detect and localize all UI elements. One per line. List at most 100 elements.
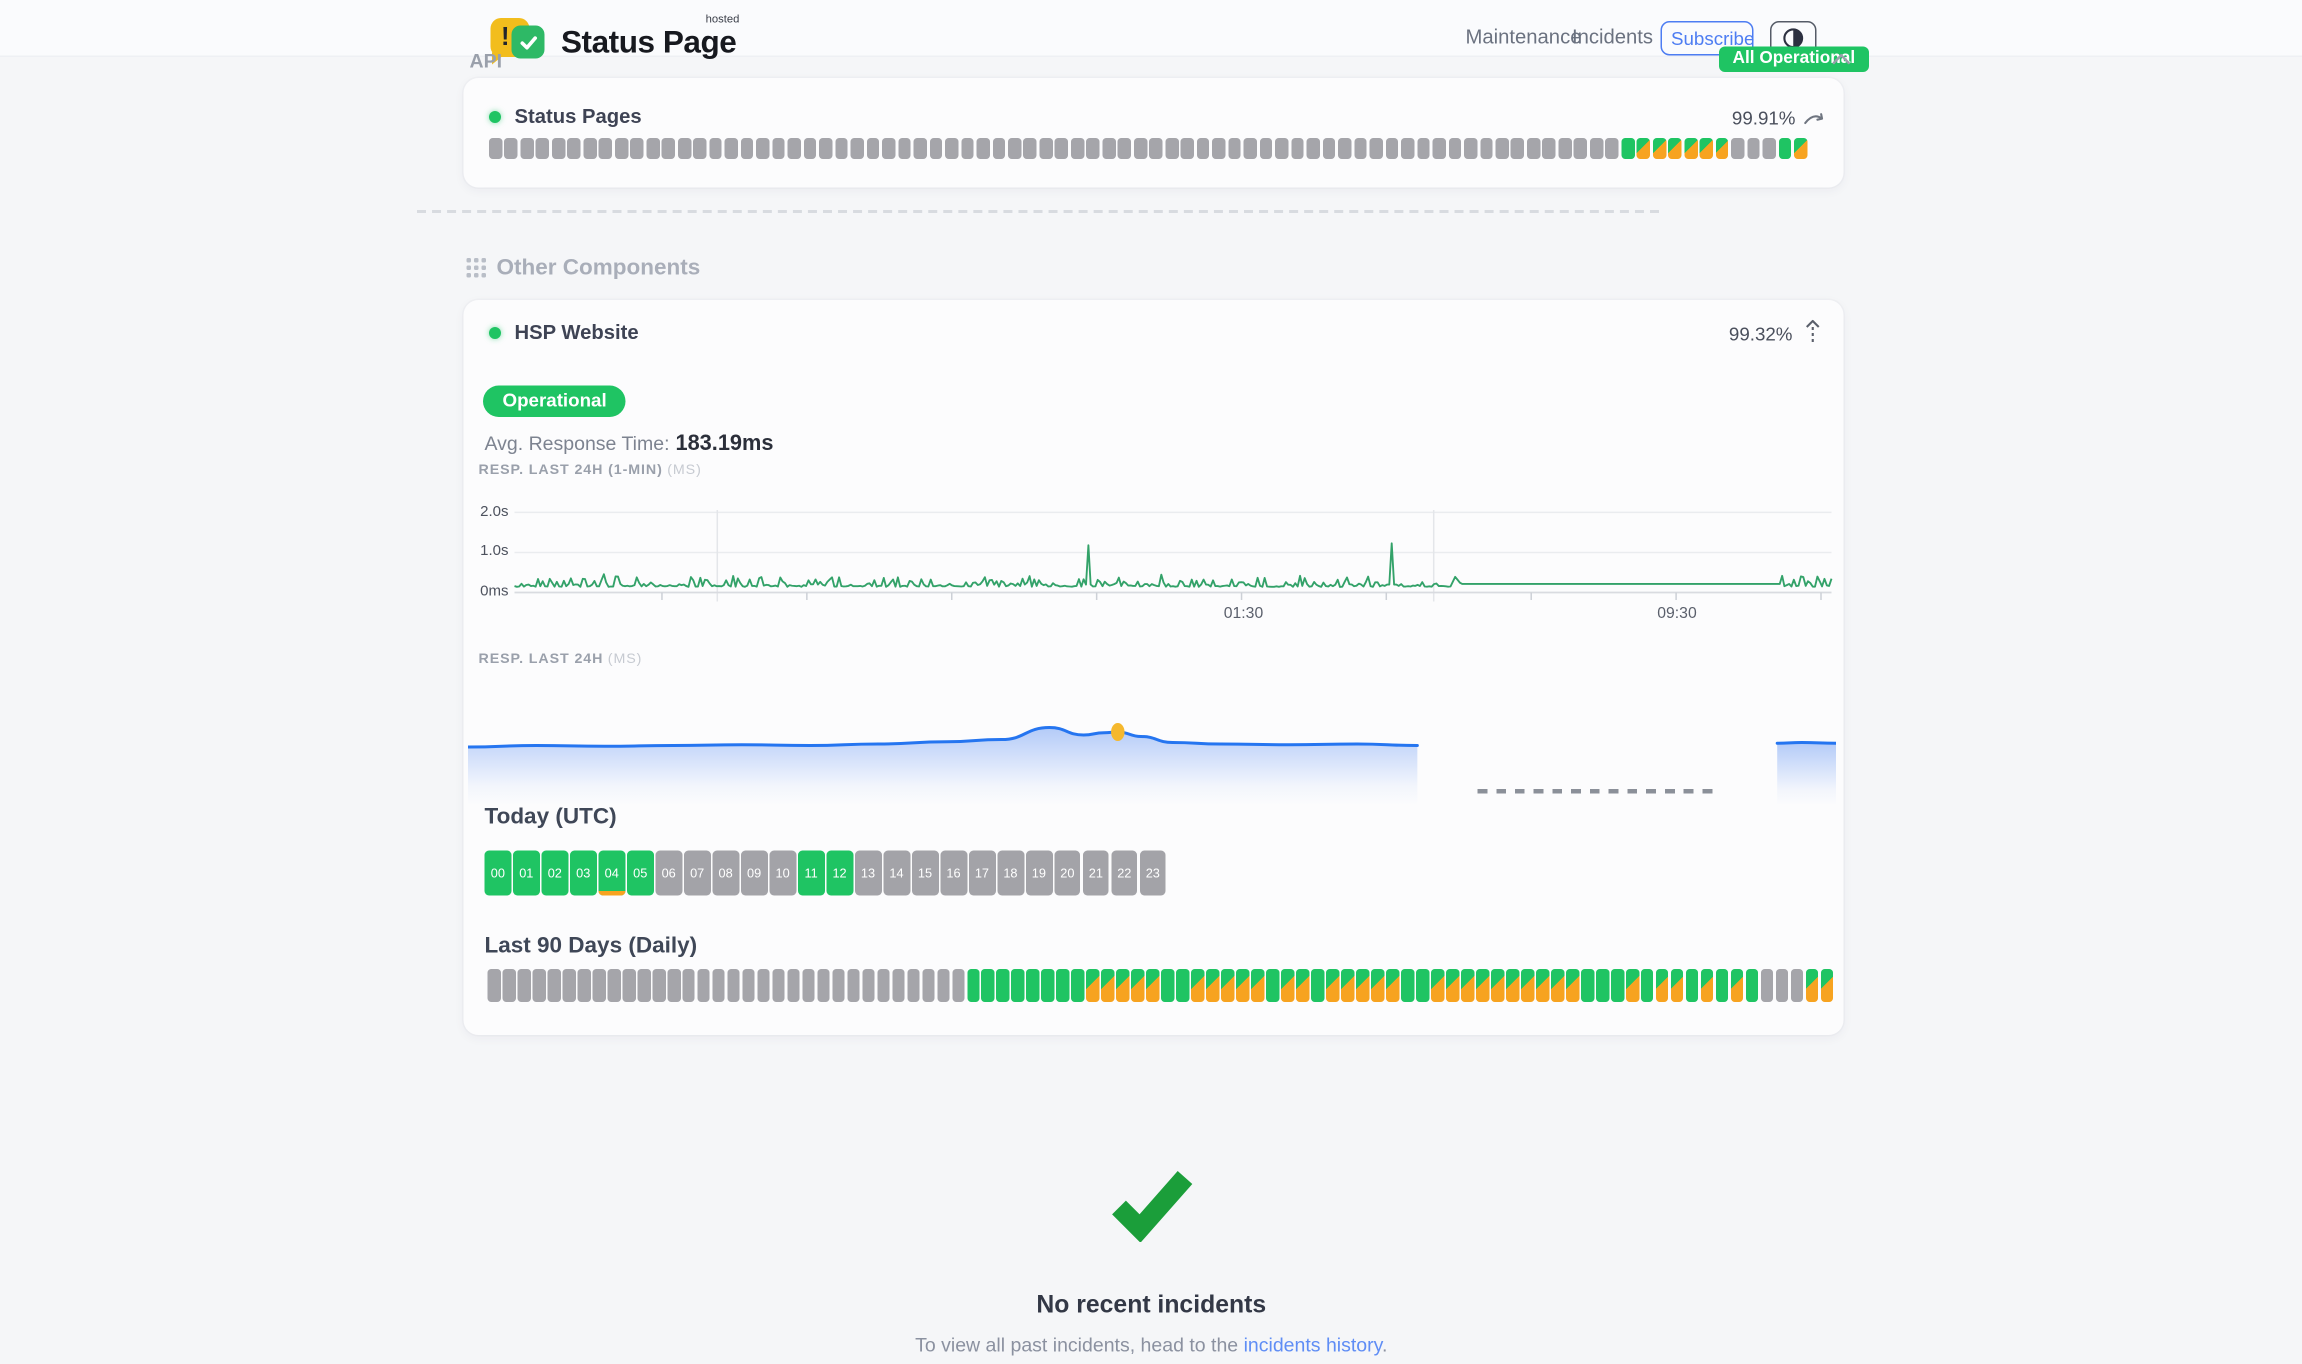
uptime-bar-na[interactable] bbox=[682, 969, 695, 1002]
logo[interactable]: ! Status Page hosted bbox=[491, 17, 737, 65]
uptime-bar-na[interactable] bbox=[851, 138, 864, 159]
uptime-bar-na[interactable] bbox=[1181, 138, 1194, 159]
hour-block-20[interactable]: 20 bbox=[1054, 851, 1081, 896]
uptime-bar-na[interactable] bbox=[952, 969, 965, 1002]
uptime-bar-na[interactable] bbox=[637, 969, 650, 1002]
uptime-bar-na[interactable] bbox=[961, 138, 974, 159]
uptime-bar-na[interactable] bbox=[517, 969, 530, 1002]
uptime-bar-deg[interactable] bbox=[1637, 138, 1650, 159]
uptime-bar-na[interactable] bbox=[631, 138, 644, 159]
uptime-bar-na[interactable] bbox=[1511, 138, 1524, 159]
uptime-bar-na[interactable] bbox=[552, 138, 565, 159]
uptime-bar-na[interactable] bbox=[929, 138, 942, 159]
uptime-bar-na[interactable] bbox=[577, 969, 590, 1002]
uptime-bar-na[interactable] bbox=[992, 138, 1005, 159]
uptime-bar-na[interactable] bbox=[1496, 138, 1509, 159]
uptime-bar-na[interactable] bbox=[742, 969, 755, 1002]
uptime-bar-na[interactable] bbox=[1150, 138, 1163, 159]
uptime-bar-deg[interactable] bbox=[1131, 969, 1144, 1002]
uptime-bar-na[interactable] bbox=[1464, 138, 1477, 159]
uptime-bar-deg[interactable] bbox=[1671, 969, 1684, 1002]
uptime-bar-na[interactable] bbox=[945, 138, 958, 159]
uptime-bar-deg[interactable] bbox=[1794, 138, 1807, 159]
uptime-bar-na[interactable] bbox=[977, 138, 990, 159]
uptime-bar-na[interactable] bbox=[1039, 138, 1052, 159]
uptime-bar-na[interactable] bbox=[1102, 138, 1115, 159]
uptime-bar-na[interactable] bbox=[756, 138, 769, 159]
uptime-bar-na[interactable] bbox=[615, 138, 628, 159]
uptime-bar-op[interactable] bbox=[1042, 969, 1055, 1002]
uptime-bar-deg[interactable] bbox=[1281, 969, 1294, 1002]
uptime-bar-deg[interactable] bbox=[1476, 969, 1489, 1002]
hour-block-03[interactable]: 03 bbox=[570, 851, 597, 896]
uptime-bar-na[interactable] bbox=[622, 969, 635, 1002]
uptime-bar-na[interactable] bbox=[757, 969, 770, 1002]
uptime-bar-na[interactable] bbox=[1291, 138, 1304, 159]
uptime-bar-na[interactable] bbox=[532, 969, 545, 1002]
uptime-bar-deg[interactable] bbox=[1236, 969, 1249, 1002]
uptime-bar-deg[interactable] bbox=[1668, 138, 1681, 159]
uptime-bar-na[interactable] bbox=[1448, 138, 1461, 159]
uptime-bar-na[interactable] bbox=[547, 969, 560, 1002]
uptime-bar-deg[interactable] bbox=[1626, 969, 1639, 1002]
uptime-bar-na[interactable] bbox=[804, 138, 817, 159]
uptime-bar-deg[interactable] bbox=[1521, 969, 1534, 1002]
uptime-bar-na[interactable] bbox=[1401, 138, 1414, 159]
uptime-bar-na[interactable] bbox=[835, 138, 848, 159]
uptime-bar-deg[interactable] bbox=[1221, 969, 1234, 1002]
uptime-bar-deg[interactable] bbox=[1566, 969, 1579, 1002]
uptime-bar-na[interactable] bbox=[727, 969, 740, 1002]
hour-block-09[interactable]: 09 bbox=[741, 851, 768, 896]
uptime-bar-na[interactable] bbox=[1354, 138, 1367, 159]
uptime-bar-deg[interactable] bbox=[1191, 969, 1204, 1002]
uptime-bar-na[interactable] bbox=[866, 138, 879, 159]
uptime-bar-deg[interactable] bbox=[1551, 969, 1564, 1002]
hour-block-15[interactable]: 15 bbox=[912, 851, 939, 896]
uptime-bar-na[interactable] bbox=[667, 969, 680, 1002]
uptime-bar-na[interactable] bbox=[1370, 138, 1383, 159]
uptime-bar-na[interactable] bbox=[1118, 138, 1131, 159]
uptime-bar-na[interactable] bbox=[1071, 138, 1084, 159]
uptime-bar-na[interactable] bbox=[817, 969, 830, 1002]
uptime-bar-na[interactable] bbox=[1790, 969, 1803, 1002]
uptime-bar-na[interactable] bbox=[1055, 138, 1068, 159]
collapse-chevron-icon[interactable] bbox=[1832, 53, 1852, 67]
uptime-bar-na[interactable] bbox=[1008, 138, 1021, 159]
uptime-bar-deg[interactable] bbox=[1805, 969, 1818, 1002]
uptime-bar-deg[interactable] bbox=[1117, 969, 1130, 1002]
uptime-bar-na[interactable] bbox=[1260, 138, 1273, 159]
uptime-bar-op[interactable] bbox=[1641, 969, 1654, 1002]
uptime-bar-na[interactable] bbox=[1606, 138, 1619, 159]
uptime-bar-na[interactable] bbox=[1761, 969, 1774, 1002]
uptime-bar-deg[interactable] bbox=[1731, 969, 1744, 1002]
uptime-bar-op[interactable] bbox=[1416, 969, 1429, 1002]
uptime-bar-op[interactable] bbox=[1621, 138, 1634, 159]
uptime-bar-deg[interactable] bbox=[1296, 969, 1309, 1002]
uptime-bar-deg[interactable] bbox=[1653, 138, 1666, 159]
uptime-bar-deg[interactable] bbox=[1506, 969, 1519, 1002]
uptime-bar-deg[interactable] bbox=[1656, 969, 1669, 1002]
uptime-bar-op[interactable] bbox=[1176, 969, 1189, 1002]
uptime-bar-deg[interactable] bbox=[1087, 969, 1100, 1002]
uptime-bar-na[interactable] bbox=[1433, 138, 1446, 159]
uptime-bar-na[interactable] bbox=[1338, 138, 1351, 159]
uptime-bar-na[interactable] bbox=[1417, 138, 1430, 159]
uptime-bar-na[interactable] bbox=[697, 969, 710, 1002]
uptime-bar-na[interactable] bbox=[505, 138, 518, 159]
hour-block-02[interactable]: 02 bbox=[541, 851, 568, 896]
uptime-bar-deg[interactable] bbox=[1446, 969, 1459, 1002]
uptime-bar-na[interactable] bbox=[1212, 138, 1225, 159]
uptime-bar-na[interactable] bbox=[1590, 138, 1603, 159]
uptime-bar-op[interactable] bbox=[1012, 969, 1025, 1002]
uptime-bar-na[interactable] bbox=[712, 969, 725, 1002]
uptime-bar-na[interactable] bbox=[802, 969, 815, 1002]
uptime-bar-na[interactable] bbox=[536, 138, 549, 159]
uptime-bar-deg[interactable] bbox=[1700, 138, 1713, 159]
uptime-bar-na[interactable] bbox=[788, 138, 801, 159]
uptime-bar-na[interactable] bbox=[898, 138, 911, 159]
hour-block-16[interactable]: 16 bbox=[940, 851, 967, 896]
hour-block-01[interactable]: 01 bbox=[513, 851, 540, 896]
uptime-bar-na[interactable] bbox=[592, 969, 605, 1002]
uptime-bar-na[interactable] bbox=[1731, 138, 1744, 159]
uptime-bar-na[interactable] bbox=[489, 138, 502, 159]
